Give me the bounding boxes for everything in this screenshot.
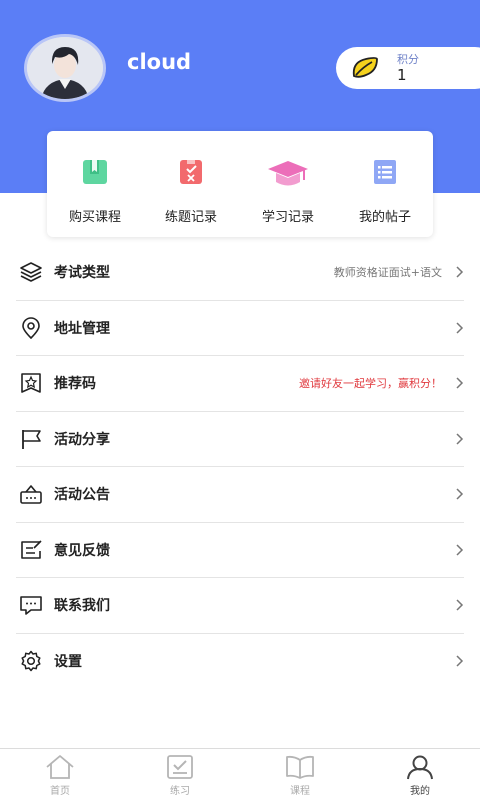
menu-item-referral-code[interactable]: 推荐码 邀请好友一起学习，赢积分！: [16, 356, 464, 412]
menu-item-settings[interactable]: 设置: [16, 634, 464, 689]
flag-icon: [22, 429, 41, 449]
chevron-right-icon: [456, 543, 464, 556]
menu-item-title: 活动公告: [54, 487, 110, 503]
menu-item-contact-us[interactable]: 联系我们: [16, 578, 464, 634]
tab-mine[interactable]: 我的: [360, 749, 480, 801]
tab-home[interactable]: 首页: [0, 749, 120, 801]
gear-icon: [21, 650, 41, 671]
chevron-right-icon: [456, 321, 464, 334]
leaf-icon: [352, 57, 378, 78]
tab-label: 首页: [50, 786, 70, 797]
points-label: 积分: [397, 53, 419, 66]
quick-links-card: 购买课程 练题记录 学习记录 我的帖子: [47, 131, 433, 237]
menu-item-exam-type[interactable]: 考试类型 教师资格证面试+语文: [16, 245, 464, 301]
home-icon: [46, 755, 74, 779]
quick-link-label: 购买课程: [68, 210, 121, 225]
menu-item-title: 活动分享: [54, 431, 110, 448]
menu-item-title: 推荐码: [54, 376, 96, 392]
tab-courses[interactable]: 课程: [240, 749, 360, 801]
referral-promo-text: 邀请好友一起学习，赢积分！: [299, 377, 442, 390]
menu-item-activity-announcement[interactable]: 活动公告: [16, 467, 464, 523]
points-badge[interactable]: 积分 1: [336, 47, 480, 89]
quick-link-label: 我的帖子: [358, 210, 411, 225]
menu-item-activity-share[interactable]: 活动分享: [16, 412, 464, 467]
quick-link-study-record[interactable]: 学习记录: [240, 131, 336, 237]
tab-label: 练习: [170, 786, 190, 797]
tab-label: 课程: [290, 786, 310, 797]
menu-item-title: 考试类型: [54, 265, 110, 281]
bottom-tab-bar: 首页 练习 课程 我的: [0, 748, 480, 801]
username: cloud: [127, 50, 192, 74]
menu-item-address[interactable]: 地址管理: [16, 301, 464, 356]
menu-item-feedback[interactable]: 意见反馈: [16, 523, 464, 578]
tab-label: 我的: [410, 786, 430, 797]
chevron-right-icon: [456, 266, 464, 278]
announcement-icon: [20, 485, 42, 504]
menu-item-title: 地址管理: [54, 320, 110, 337]
quick-link-label: 学习记录: [261, 210, 314, 225]
chevron-right-icon: [456, 599, 464, 611]
settings-menu: 考试类型 教师资格证面试+语文 地址管理 推荐码 邀请好友一起学习，赢积分！ 活…: [0, 245, 480, 688]
layers-icon: [20, 262, 42, 282]
menu-item-title: 设置: [54, 653, 82, 670]
quick-link-label: 练题记录: [164, 210, 217, 225]
list-icon: [374, 160, 396, 184]
book-icon: [83, 160, 107, 184]
star-badge-icon: [21, 373, 41, 393]
open-book-icon: [286, 755, 314, 779]
chevron-right-icon: [456, 488, 464, 500]
practice-icon: [167, 755, 193, 779]
location-pin-icon: [22, 316, 40, 339]
avatar-illustration: [27, 37, 103, 99]
chat-icon: [20, 596, 42, 615]
tab-practice[interactable]: 练习: [120, 749, 240, 801]
chevron-right-icon: [456, 654, 464, 667]
menu-item-title: 联系我们: [54, 598, 110, 614]
quick-link-buy-course[interactable]: 购买课程: [47, 131, 143, 237]
graduation-cap-icon: [268, 161, 308, 186]
chevron-right-icon: [456, 377, 464, 389]
user-icon: [407, 755, 433, 780]
menu-item-title: 意见反馈: [54, 542, 110, 559]
feedback-icon: [21, 539, 42, 559]
chevron-right-icon: [456, 432, 464, 445]
points-value: 1: [397, 66, 407, 84]
quick-link-exercise-record[interactable]: 练题记录: [143, 131, 239, 237]
avatar[interactable]: [24, 34, 106, 102]
exercise-record-icon: [180, 160, 202, 184]
quick-link-my-posts[interactable]: 我的帖子: [337, 131, 433, 237]
menu-item-value: 教师资格证面试+语文: [333, 266, 442, 279]
